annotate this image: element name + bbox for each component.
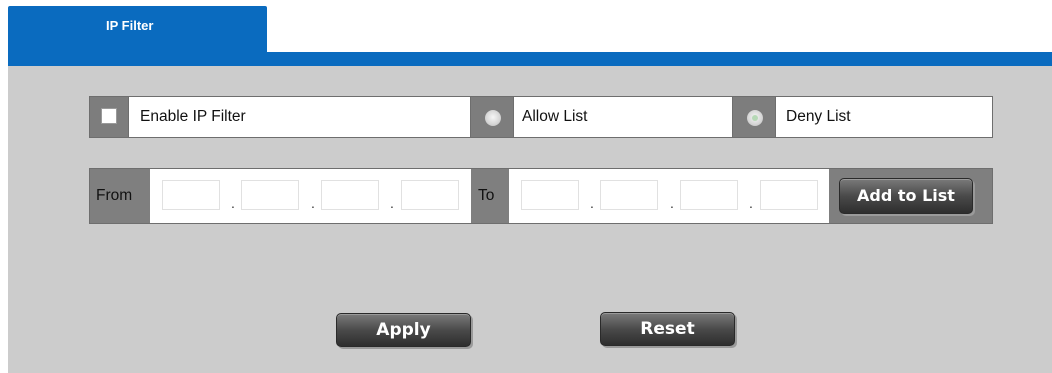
tab-bar-underline bbox=[8, 52, 1052, 66]
octet-separator: . bbox=[311, 195, 315, 211]
tab-label: IP Filter bbox=[106, 18, 154, 33]
from-octet-4-input[interactable] bbox=[401, 180, 459, 210]
settings-panel: Enable IP Filter Allow List Deny List Fr… bbox=[8, 66, 1052, 373]
allow-radio-cell bbox=[471, 97, 513, 137]
to-octet-4-input[interactable] bbox=[760, 180, 818, 210]
from-label: From bbox=[96, 187, 133, 204]
deny-radio-cell bbox=[733, 97, 775, 137]
from-label-cell: From bbox=[90, 169, 150, 223]
to-octet-2-input[interactable] bbox=[600, 180, 658, 210]
to-octet-1-input[interactable] bbox=[521, 180, 579, 210]
add-to-list-button[interactable]: Add to List bbox=[839, 178, 973, 214]
deny-list-radio[interactable] bbox=[747, 110, 763, 126]
from-octet-3-input[interactable] bbox=[321, 180, 379, 210]
divider bbox=[513, 97, 514, 137]
octet-separator: . bbox=[749, 195, 753, 211]
divider bbox=[128, 97, 129, 137]
from-octet-1-input[interactable] bbox=[162, 180, 220, 210]
deny-list-label: Deny List bbox=[786, 108, 851, 125]
allow-list-radio[interactable] bbox=[485, 110, 501, 126]
ip-range-row: From . . . To . . . Add to List bbox=[89, 168, 993, 224]
reset-button[interactable]: Reset bbox=[600, 312, 735, 346]
apply-button[interactable]: Apply bbox=[336, 313, 471, 347]
filter-mode-row: Enable IP Filter Allow List Deny List bbox=[89, 96, 993, 138]
allow-list-label: Allow List bbox=[522, 108, 588, 125]
from-octet-2-input[interactable] bbox=[241, 180, 299, 210]
add-button-cell: Add to List bbox=[829, 169, 992, 223]
octet-separator: . bbox=[231, 195, 235, 211]
octet-separator: . bbox=[590, 195, 594, 211]
enable-ip-filter-label: Enable IP Filter bbox=[140, 108, 246, 125]
octet-separator: . bbox=[670, 195, 674, 211]
to-octet-3-input[interactable] bbox=[680, 180, 738, 210]
to-label: To bbox=[478, 187, 495, 204]
divider bbox=[775, 97, 776, 137]
octet-separator: . bbox=[390, 195, 394, 211]
to-label-cell: To bbox=[471, 169, 509, 223]
enable-checkbox-cell bbox=[90, 97, 128, 137]
enable-ip-filter-checkbox[interactable] bbox=[101, 108, 117, 124]
tab-ip-filter[interactable]: IP Filter bbox=[8, 6, 267, 53]
